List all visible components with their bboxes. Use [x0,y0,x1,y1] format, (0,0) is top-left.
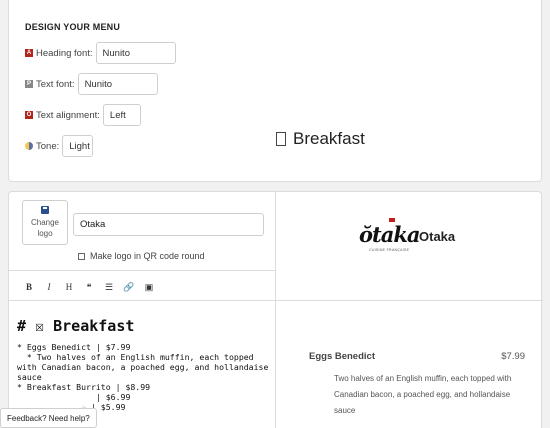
italic-icon[interactable]: I [39,280,59,294]
heading-icon[interactable]: H [59,280,79,294]
link-icon[interactable]: 🔗 [119,280,139,294]
design-title: DESIGN YOUR MENU [25,22,121,32]
change-logo-label: Change [30,218,60,227]
tone-option: Tone: Light [25,135,94,157]
preview-item-description: Two halves of an English muffin, each to… [334,371,528,419]
markdown-line: * Two halves of an English muffin, each … [17,352,254,362]
restaurant-name-input[interactable]: Otaka [73,213,264,236]
text-font-select[interactable]: Nunito [77,73,158,95]
preview-desc-line: Canadian bacon, a poached egg, and holla… [334,390,511,399]
list-icon[interactable]: ☰ [99,280,119,294]
preview-restaurant-name: Otaka [419,228,456,244]
tone-label: Tone: [36,140,60,152]
round-logo-label: Make logo in QR code round [90,251,205,261]
preview-item-price: $7.99 [501,351,525,362]
markdown-line: with Canadian bacon, a poached egg, and … [17,362,269,372]
editor-toolbar: B I H ❝ ☰ 🔗 ▣ [19,280,159,294]
placeholder-icon [276,132,286,146]
text-alignment-select[interactable]: Left [102,104,141,126]
design-menu-panel: DESIGN YOUR MENU A Heading font: Nunito … [8,0,542,182]
round-logo-option[interactable]: Make logo in QR code round [78,251,205,261]
tone-select[interactable]: Light [62,135,94,157]
text-alignment-option: O Text alignment: Left [25,104,141,126]
heading-font-icon: A [25,49,33,57]
markdown-line: * Eggs Benedict | $7.99 [17,342,131,352]
preview-section-title: Breakfast [276,129,365,149]
text-alignment-icon: O [25,111,33,119]
heading-font-select[interactable]: Nunito [95,42,176,64]
divider [275,192,276,428]
divider [9,300,275,301]
feedback-button[interactable]: Feedback? Need help? [0,408,97,428]
logo-wordmark: ŏtaka [359,222,420,247]
change-logo-button[interactable]: Change logo [22,200,68,245]
markdown-heading: # ☒ Breakfast [17,317,135,335]
logo-mark: ŏtaka CUISINE FRANÇAISE [359,216,420,256]
preview-desc-line: Two halves of an English muffin, each to… [334,374,512,383]
change-logo-label: logo [37,229,53,238]
text-font-label: Text font: [36,78,75,90]
tone-icon [25,142,33,150]
preview-desc-line: sauce [334,406,356,415]
image-icon[interactable]: ▣ [139,280,159,294]
quote-icon[interactable]: ❝ [79,280,99,294]
markdown-line: sauce [17,372,42,382]
heading-font-label: Heading font: [36,47,93,59]
preview-menu-item: Eggs Benedict $7.99 [309,351,525,362]
bold-icon[interactable]: B [19,280,39,294]
markdown-editor[interactable]: # ☒ Breakfast * Eggs Benedict | $7.99 * … [17,318,272,412]
text-font-option: P Text font: Nunito [25,73,158,95]
heading-font-option: A Heading font: Nunito [25,42,176,64]
divider [275,300,543,301]
preview-logo: ŏtaka CUISINE FRANÇAISE Otaka [359,216,455,256]
preview-section-label: Breakfast [293,129,365,148]
logo-tagline: CUISINE FRANÇAISE [369,248,410,252]
save-icon [41,206,49,214]
preview-item-name: Eggs Benedict [309,351,375,362]
text-alignment-label: Text alignment: [36,109,100,121]
text-font-icon: P [25,80,33,88]
round-logo-checkbox[interactable] [78,252,85,260]
divider [9,270,275,271]
markdown-line: * Breakfast Burrito | $8.99 [17,382,151,392]
markdown-line: | $6.99 [17,392,131,402]
